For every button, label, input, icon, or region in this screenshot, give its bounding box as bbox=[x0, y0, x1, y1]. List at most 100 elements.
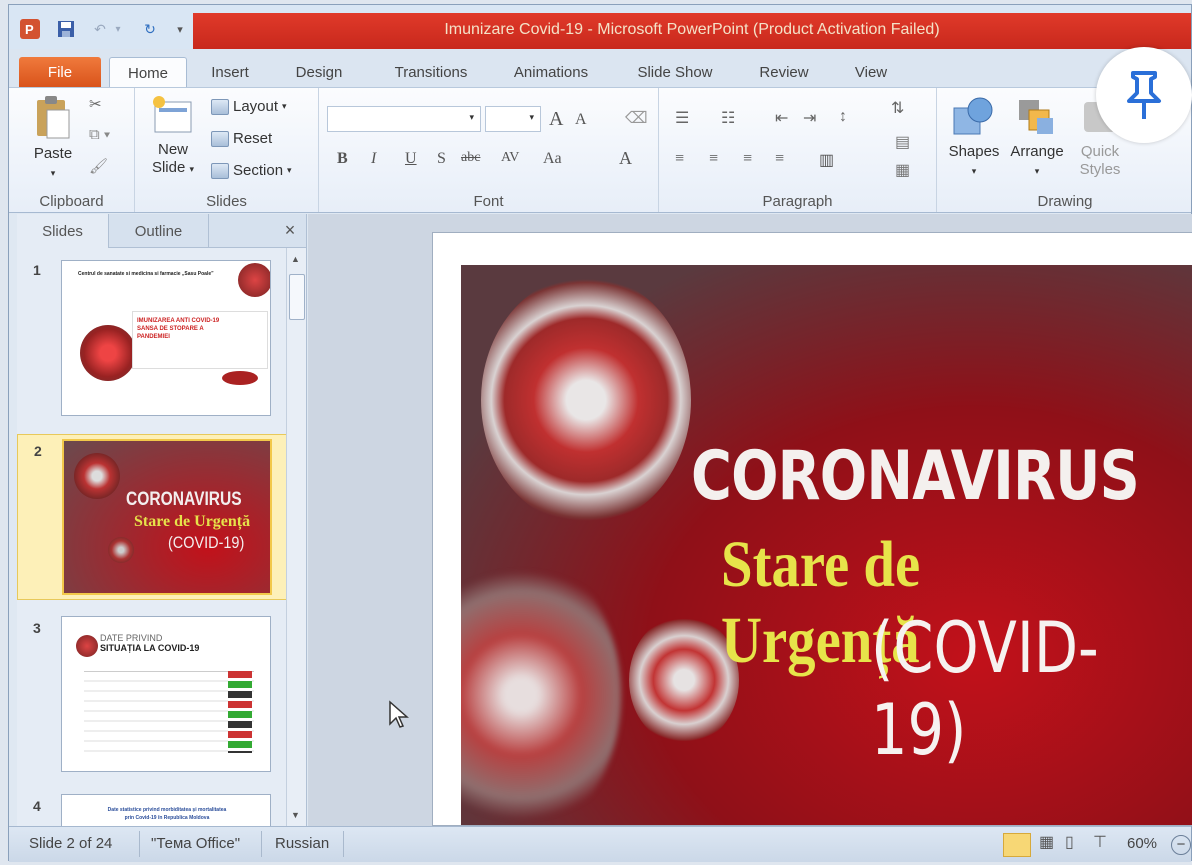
tab-home[interactable]: Home bbox=[109, 57, 187, 87]
slides-group-label: Slides bbox=[206, 193, 247, 210]
bullets-icon[interactable]: ☰ bbox=[675, 108, 689, 128]
bold-button[interactable]: B bbox=[337, 150, 348, 168]
slide-show-icon[interactable]: ⊤ bbox=[1093, 832, 1107, 852]
strikethrough-button[interactable]: abc bbox=[461, 150, 480, 166]
font-color-button[interactable]: A bbox=[619, 148, 632, 169]
scroll-down-icon[interactable]: ▼ bbox=[291, 810, 300, 820]
new-slide-button[interactable]: New Slide ▾ bbox=[143, 96, 203, 178]
paste-button[interactable]: Paste ▾ bbox=[23, 94, 83, 182]
font-name-combo[interactable]: ▾ bbox=[327, 106, 481, 132]
smartart-icon[interactable]: ▦ bbox=[895, 160, 910, 180]
slide-thumbnail-4[interactable]: 4 Date statistice privind morbiditatea ș… bbox=[17, 790, 287, 826]
align-right-icon[interactable]: ≡ bbox=[743, 150, 752, 168]
normal-view-icon[interactable] bbox=[1003, 833, 1031, 857]
layout-button[interactable]: Layout ▾ bbox=[211, 98, 287, 115]
font-size-combo[interactable]: ▾ bbox=[485, 106, 541, 132]
arrange-label: Arrange bbox=[1010, 143, 1064, 160]
italic-button[interactable]: I bbox=[371, 150, 376, 168]
quick-styles-label-2: Styles bbox=[1079, 161, 1121, 178]
tab-animations[interactable]: Animations bbox=[499, 57, 603, 87]
tab-file[interactable]: File bbox=[19, 57, 101, 87]
reset-button[interactable]: Reset bbox=[211, 130, 272, 147]
status-bar: Slide 2 of 24 "Тема Office" Russian ▦ ▯ … bbox=[9, 826, 1191, 862]
columns-icon[interactable]: ▥ bbox=[819, 150, 834, 170]
virus-image bbox=[461, 555, 621, 825]
quick-styles-label-1: Quick bbox=[1080, 143, 1120, 160]
decrease-indent-icon[interactable]: ⇤ bbox=[775, 108, 788, 128]
save-icon[interactable] bbox=[53, 17, 79, 41]
reset-label: Reset bbox=[233, 130, 273, 147]
virus-image bbox=[76, 635, 98, 657]
slide-thumbnail-3[interactable]: 3 DATE PRIVIND SITUAȚIA LA COVID-19 bbox=[17, 612, 287, 778]
copy-icon[interactable]: ⧉ ▾ bbox=[89, 126, 110, 144]
arrange-icon bbox=[1019, 100, 1053, 134]
slide-sorter-icon[interactable]: ▦ bbox=[1039, 832, 1054, 852]
redo-icon[interactable]: ↻ bbox=[137, 17, 163, 41]
paragraph-group-label: Paragraph bbox=[762, 193, 833, 210]
slide-editor: CORONAVIRUS Stare de Urgență (COVID-19) bbox=[308, 214, 1192, 826]
section-button[interactable]: Section ▾ bbox=[211, 162, 292, 179]
tab-slides[interactable]: Slides bbox=[17, 214, 109, 248]
thumb-line: Date statistice privind morbiditatea și … bbox=[107, 807, 227, 813]
increase-indent-icon[interactable]: ⇥ bbox=[803, 108, 816, 128]
justify-icon[interactable]: ≡ bbox=[775, 150, 784, 168]
current-slide[interactable]: CORONAVIRUS Stare de Urgență (COVID-19) bbox=[432, 232, 1192, 826]
slide-number: 4 bbox=[33, 798, 41, 814]
ribbon-tabs: File Home Insert Design Transitions Anim… bbox=[9, 49, 1191, 87]
font-group-label: Font bbox=[473, 193, 504, 210]
cut-icon[interactable]: ✂ bbox=[89, 96, 102, 114]
align-text-icon[interactable]: ▤ bbox=[895, 132, 910, 152]
tab-review[interactable]: Review bbox=[749, 57, 819, 87]
ribbon: Paste ▾ ✂ ⧉ ▾ 🖌 Clipboard New Slide ▾ Lay… bbox=[9, 87, 1191, 213]
shrink-font-icon[interactable]: A bbox=[575, 111, 587, 129]
text-direction-icon[interactable]: ⇅ bbox=[891, 98, 904, 118]
underline-button[interactable]: U bbox=[405, 150, 417, 168]
line-spacing-icon[interactable]: ↕ bbox=[839, 108, 847, 126]
thumb-heading: Centrul de sanatate si medicina si farma… bbox=[78, 271, 214, 277]
tab-slide-show[interactable]: Slide Show bbox=[623, 57, 727, 87]
shadow-button[interactable]: S bbox=[437, 150, 446, 168]
powerpoint-app-icon[interactable]: P bbox=[17, 17, 43, 41]
align-center-icon[interactable]: ≡ bbox=[709, 150, 718, 168]
clipboard-label: Clipboard bbox=[39, 193, 104, 210]
numbering-icon[interactable]: ☷ bbox=[721, 108, 735, 128]
paragraph-group: ☰ ☷ ⇤ ⇥ ↕ ⇅ ≡ ≡ ≡ ≡ ▥ ▤ ▦ Paragraph bbox=[659, 88, 937, 212]
virus-image bbox=[108, 537, 134, 563]
tab-transitions[interactable]: Transitions bbox=[377, 57, 485, 87]
close-pane-icon[interactable]: × bbox=[275, 214, 305, 248]
tab-insert[interactable]: Insert bbox=[197, 57, 263, 87]
arrange-button[interactable]: Arrange ▾ bbox=[1005, 96, 1069, 180]
undo-dropdown-icon[interactable]: ▾ bbox=[105, 17, 131, 41]
zoom-out-icon[interactable]: − bbox=[1171, 835, 1191, 855]
zoom-level[interactable]: 60% bbox=[1127, 835, 1157, 852]
pane-scrollbar[interactable]: ▲ ▼ bbox=[286, 248, 306, 826]
clear-formatting-icon[interactable]: ⌫ bbox=[625, 108, 648, 128]
powerpoint-window: P ↶ ▾ ↻ ▾ Imunizare Covid-19 - Microsoft… bbox=[8, 4, 1192, 862]
change-case-button[interactable]: Aa bbox=[543, 150, 562, 168]
align-left-icon[interactable]: ≡ bbox=[675, 150, 684, 168]
divider bbox=[139, 831, 140, 857]
thumb-line: prin Covid-19 în Republica Moldova bbox=[124, 815, 210, 821]
shapes-label: Shapes bbox=[948, 143, 1000, 160]
scroll-thumb[interactable] bbox=[289, 274, 305, 320]
thumb-textbox: IMUNIZAREA ANTI COVID-19 SANSA DE STOPAR… bbox=[132, 311, 268, 369]
pin-button[interactable] bbox=[1096, 47, 1192, 143]
reading-view-icon[interactable]: ▯ bbox=[1065, 832, 1074, 852]
slide-thumbnail-1[interactable]: 1 Centrul de sanatate si medicina si far… bbox=[17, 254, 287, 424]
grow-font-icon[interactable]: A bbox=[549, 108, 563, 131]
customize-toolbar-icon[interactable]: ▾ bbox=[167, 17, 193, 41]
tab-outline[interactable]: Outline bbox=[109, 214, 209, 248]
virus-image bbox=[222, 371, 258, 385]
format-painter-icon[interactable]: 🖌 bbox=[89, 158, 108, 176]
drawing-group-label: Drawing bbox=[1037, 193, 1093, 210]
section-icon bbox=[211, 162, 229, 179]
slide-thumbnail-2[interactable]: 2 CORONAVIRUS Stare de Urgență (COVID-19… bbox=[17, 434, 287, 600]
language[interactable]: Russian bbox=[275, 835, 329, 852]
scroll-up-icon[interactable]: ▲ bbox=[291, 254, 300, 264]
character-spacing-button[interactable]: AV bbox=[501, 150, 519, 166]
theme-name[interactable]: "Тема Office" bbox=[151, 835, 240, 852]
shapes-button[interactable]: Shapes ▾ bbox=[945, 96, 1003, 180]
new-slide-label-1: New bbox=[157, 141, 188, 158]
tab-view[interactable]: View bbox=[839, 57, 903, 87]
tab-design[interactable]: Design bbox=[281, 57, 357, 87]
